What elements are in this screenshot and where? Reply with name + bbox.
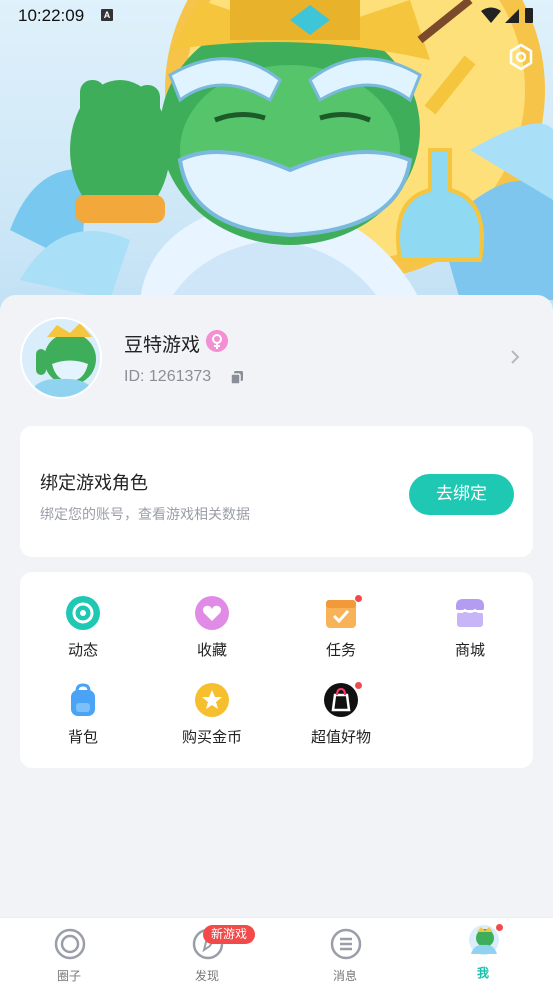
profile-header[interactable]: 豆特游戏 ID: 1261373: [0, 313, 553, 403]
chevron-right-icon[interactable]: [508, 347, 522, 367]
bind-button[interactable]: 去绑定: [409, 474, 514, 515]
task-badge-dot: [354, 594, 363, 603]
username: 豆特游戏: [124, 334, 201, 356]
tab-label: 消息: [332, 969, 357, 983]
feature-great-deals[interactable]: 超值好物: [286, 681, 396, 763]
wifi-icon: [481, 7, 501, 23]
bottom-tab-bar: 圈子 发现 消息 我: [0, 917, 553, 984]
message-icon: [330, 928, 362, 960]
avatar-image: [22, 319, 100, 397]
settings-icon[interactable]: [506, 42, 536, 72]
feature-label: 动态: [67, 641, 98, 659]
feature-buy-coins[interactable]: 购买金币: [157, 683, 267, 763]
feature-label: 收藏: [196, 641, 227, 659]
feature-label: 商城: [454, 641, 485, 659]
status-time: 10:22:09: [18, 6, 85, 25]
user-avatar[interactable]: [20, 317, 102, 399]
feature-label: 背包: [67, 728, 98, 746]
profile-banner: [0, 0, 553, 330]
user-id: ID: 1261373: [124, 368, 212, 385]
me-badge-dot: [495, 923, 504, 932]
tab-label: 我: [476, 966, 489, 980]
calendar-check-icon: [326, 600, 356, 628]
status-bar: 10:22:09 A: [0, 0, 553, 32]
tab-messages[interactable]: 消息: [276, 918, 414, 984]
signal-icon: [505, 9, 519, 23]
feature-favorites[interactable]: 收藏: [157, 596, 267, 676]
feature-label: 任务: [325, 641, 356, 659]
circle-icon: [54, 928, 86, 960]
new-game-badge: 新游戏: [203, 925, 255, 944]
feature-backpack[interactable]: 背包: [28, 683, 138, 763]
bind-game-role-card: 绑定游戏角色 绑定您的账号，查看游戏相关数据 去绑定: [20, 426, 533, 557]
feature-label: 购买金币: [181, 728, 242, 746]
feature-label: 超值好物: [310, 728, 371, 746]
store-icon: [455, 599, 485, 627]
notification-icon: A: [101, 9, 113, 21]
bind-card-subtitle: 绑定您的账号，查看游戏相关数据: [40, 507, 250, 523]
feature-feed[interactable]: 动态: [28, 596, 138, 676]
heart-icon: [195, 596, 229, 630]
backpack-icon: [71, 683, 95, 716]
battery-icon: [525, 8, 533, 23]
copy-icon[interactable]: [229, 369, 245, 385]
feature-store[interactable]: 商城: [415, 596, 525, 676]
tab-label: 发现: [194, 969, 219, 983]
bind-card-title: 绑定游戏角色: [40, 473, 148, 494]
feed-icon: [66, 596, 100, 630]
tab-label: 圈子: [56, 969, 81, 983]
feature-grid: 动态 收藏 任务 商城 背包 购买金币 超值好物: [20, 572, 533, 768]
status-icons: [481, 7, 533, 23]
coin-star-icon: [195, 683, 229, 717]
tab-me[interactable]: 我: [414, 918, 552, 984]
banner-character-illustration: [10, 0, 553, 300]
female-icon: [206, 330, 228, 352]
deals-badge-dot: [354, 681, 363, 690]
shopping-bag-icon: [324, 683, 358, 717]
tab-circle[interactable]: 圈子: [0, 918, 138, 984]
feature-tasks[interactable]: 任务: [286, 594, 396, 676]
